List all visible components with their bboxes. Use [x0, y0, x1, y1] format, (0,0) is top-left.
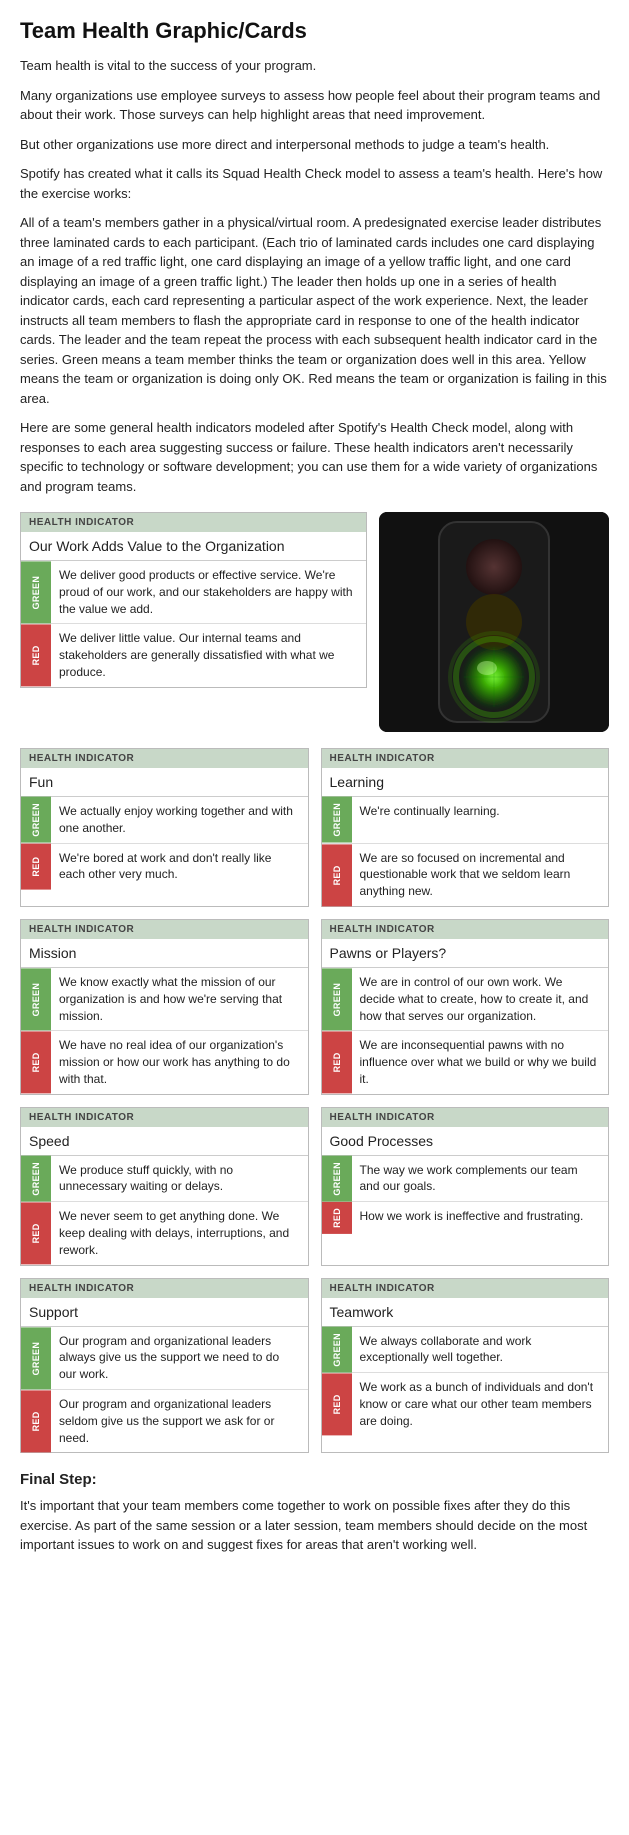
card-teamwork-red-text: We work as a bunch of individuals and do…	[352, 1373, 609, 1435]
card-processes-green-row: GREEN The way we work complements our te…	[322, 1156, 609, 1203]
red-label-speed: RED	[21, 1202, 51, 1264]
final-step-section: Final Step: It's important that your tea…	[20, 1471, 609, 1555]
card-fun-header: HEALTH INDICATOR	[21, 749, 308, 768]
card-pawns-green-row: GREEN We are in control of our own work.…	[322, 968, 609, 1031]
card-fun-title: Fun	[21, 768, 308, 797]
card-processes-red-text: How we work is ineffective and frustrati…	[352, 1202, 592, 1234]
card-pawns-title: Pawns or Players?	[322, 939, 609, 968]
card-value-red-row: RED We deliver little value. Our interna…	[21, 624, 366, 686]
green-label-speed: GREEN	[21, 1156, 51, 1202]
card-pawns: HEALTH INDICATOR Pawns or Players? GREEN…	[321, 919, 610, 1095]
green-label-mission: GREEN	[21, 968, 51, 1030]
card-speed-header: HEALTH INDICATOR	[21, 1108, 308, 1127]
card-processes-title: Good Processes	[322, 1127, 609, 1156]
card-fun: HEALTH INDICATOR Fun GREEN We actually e…	[20, 748, 309, 907]
card-pawns-header: HEALTH INDICATOR	[322, 920, 609, 939]
card-speed: HEALTH INDICATOR Speed GREEN We produce …	[20, 1107, 309, 1266]
card-support-title: Support	[21, 1298, 308, 1327]
card-support-green-text: Our program and organizational leaders a…	[51, 1327, 308, 1389]
card-pawns-green-text: We are in control of our own work. We de…	[352, 968, 609, 1030]
card-support-header: HEALTH INDICATOR	[21, 1279, 308, 1298]
card-learning-header: HEALTH INDICATOR	[322, 749, 609, 768]
card-teamwork-red-row: RED We work as a bunch of individuals an…	[322, 1373, 609, 1435]
green-label-fun: GREEN	[21, 797, 51, 843]
card-mission-red-text: We have no real idea of our organization…	[51, 1031, 308, 1093]
card-pawns-red-row: RED We are inconsequential pawns with no…	[322, 1031, 609, 1093]
card-learning-red-row: RED We are so focused on incremental and…	[322, 844, 609, 906]
cards-row-4: HEALTH INDICATOR Support GREEN Our progr…	[20, 1278, 609, 1454]
intro-p1: Team health is vital to the success of y…	[20, 56, 609, 76]
card-processes-red-row: RED How we work is ineffective and frust…	[322, 1202, 609, 1234]
card-processes: HEALTH INDICATOR Good Processes GREEN Th…	[321, 1107, 610, 1266]
card-teamwork-title: Teamwork	[322, 1298, 609, 1327]
intro-p2: Many organizations use employee surveys …	[20, 86, 609, 125]
card-teamwork-green-text: We always collaborate and work exception…	[352, 1327, 609, 1373]
card-fun-red-row: RED We're bored at work and don't really…	[21, 844, 308, 890]
card-learning-green-row: GREEN We're continually learning.	[322, 797, 609, 844]
card-mission-green-row: GREEN We know exactly what the mission o…	[21, 968, 308, 1031]
green-label-teamwork: GREEN	[322, 1327, 352, 1373]
red-label-fun: RED	[21, 844, 51, 890]
cards-row-2: HEALTH INDICATOR Mission GREEN We know e…	[20, 919, 609, 1095]
card-support-red-text: Our program and organizational leaders s…	[51, 1390, 308, 1452]
card-learning-red-text: We are so focused on incremental and que…	[352, 844, 609, 906]
card-mission-title: Mission	[21, 939, 308, 968]
card-support-green-row: GREEN Our program and organizational lea…	[21, 1327, 308, 1390]
card-processes-header: HEALTH INDICATOR	[322, 1108, 609, 1127]
card-fun-red-text: We're bored at work and don't really lik…	[51, 844, 308, 890]
card-speed-green-row: GREEN We produce stuff quickly, with no …	[21, 1156, 308, 1203]
intro-p6: Here are some general health indicators …	[20, 418, 609, 496]
card-support-red-row: RED Our program and organizational leade…	[21, 1390, 308, 1452]
card-teamwork: HEALTH INDICATOR Teamwork GREEN We alway…	[321, 1278, 610, 1454]
card-speed-green-text: We produce stuff quickly, with no unnece…	[51, 1156, 308, 1202]
card-value-title: Our Work Adds Value to the Organization	[21, 532, 366, 561]
green-label-pawns: GREEN	[322, 968, 352, 1030]
intro-section: Team health is vital to the success of y…	[20, 56, 609, 496]
page-title: Team Health Graphic/Cards	[20, 18, 609, 44]
card-mission-red-row: RED We have no real idea of our organiza…	[21, 1031, 308, 1093]
final-step-text: It's important that your team members co…	[20, 1496, 609, 1555]
final-step-heading: Final Step:	[20, 1471, 609, 1488]
card-processes-green-text: The way we work complements our team and…	[352, 1156, 609, 1202]
card-speed-red-row: RED We never seem to get anything done. …	[21, 1202, 308, 1264]
card-mission: HEALTH INDICATOR Mission GREEN We know e…	[20, 919, 309, 1095]
card-fun-green-text: We actually enjoy working together and w…	[51, 797, 308, 843]
card-value: HEALTH INDICATOR Our Work Adds Value to …	[20, 512, 367, 688]
red-label-processes: RED	[322, 1202, 352, 1234]
card-teamwork-green-row: GREEN We always collaborate and work exc…	[322, 1327, 609, 1374]
intro-p3: But other organizations use more direct …	[20, 135, 609, 155]
red-label-teamwork: RED	[322, 1373, 352, 1435]
card-value-red-text: We deliver little value. Our internal te…	[51, 624, 366, 686]
card-speed-title: Speed	[21, 1127, 308, 1156]
intro-p4: Spotify has created what it calls its Sq…	[20, 164, 609, 203]
green-label-support: GREEN	[21, 1327, 51, 1389]
card-mission-green-text: We know exactly what the mission of our …	[51, 968, 308, 1030]
red-label-pawns: RED	[322, 1031, 352, 1093]
cards-row-1: HEALTH INDICATOR Fun GREEN We actually e…	[20, 748, 609, 907]
traffic-light-image	[379, 512, 609, 732]
intro-p5: All of a team's members gather in a phys…	[20, 213, 609, 408]
card-value-header: HEALTH INDICATOR	[21, 513, 366, 532]
card-speed-red-text: We never seem to get anything done. We k…	[51, 1202, 308, 1264]
card-learning-green-text: We're continually learning.	[352, 797, 508, 843]
first-card-row: HEALTH INDICATOR Our Work Adds Value to …	[20, 512, 609, 732]
card-value-green-row: GREEN We deliver good products or effect…	[21, 561, 366, 624]
card-pawns-red-text: We are inconsequential pawns with no inf…	[352, 1031, 609, 1093]
traffic-light-svg	[379, 512, 609, 732]
green-label-value: GREEN	[21, 561, 51, 623]
card-fun-green-row: GREEN We actually enjoy working together…	[21, 797, 308, 844]
card-teamwork-header: HEALTH INDICATOR	[322, 1279, 609, 1298]
cards-row-3: HEALTH INDICATOR Speed GREEN We produce …	[20, 1107, 609, 1266]
card-value-green-text: We deliver good products or effective se…	[51, 561, 366, 623]
card-learning: HEALTH INDICATOR Learning GREEN We're co…	[321, 748, 610, 907]
red-label-support: RED	[21, 1390, 51, 1452]
card-mission-header: HEALTH INDICATOR	[21, 920, 308, 939]
red-label-mission: RED	[21, 1031, 51, 1093]
red-label-value: RED	[21, 624, 51, 686]
card-support: HEALTH INDICATOR Support GREEN Our progr…	[20, 1278, 309, 1454]
green-label-processes: GREEN	[322, 1156, 352, 1202]
card-learning-title: Learning	[322, 768, 609, 797]
red-label-learning: RED	[322, 844, 352, 906]
green-label-learning: GREEN	[322, 797, 352, 843]
